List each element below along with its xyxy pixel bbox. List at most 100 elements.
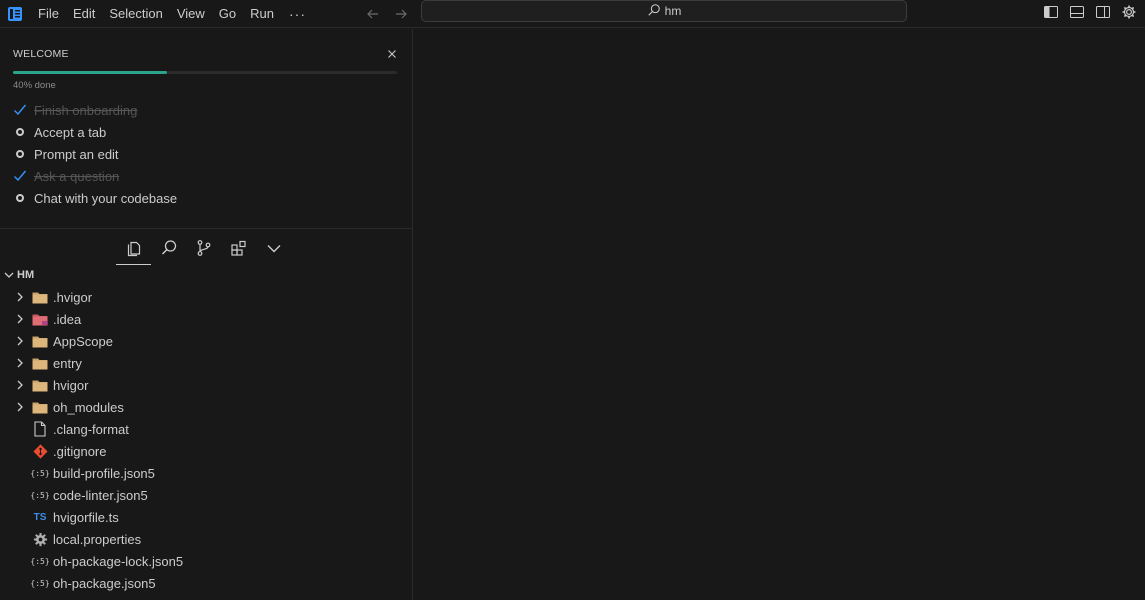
json5-icon: {:5}: [30, 578, 50, 588]
checklist-item[interactable]: Ask a question: [13, 165, 177, 187]
sidebar: WELCOME 40% done Finish onboarding Accep…: [0, 29, 413, 600]
chevron-right-icon: [13, 400, 27, 414]
progress-text: 40% done: [13, 80, 56, 91]
chevron-down-icon: [2, 268, 16, 282]
file-explorer-tree: HM .hvigor .idea AppScope entry hvigor oh_mod…: [0, 264, 413, 594]
chevron-right-icon: [13, 334, 27, 348]
tree-file-row[interactable]: {:5} oh-package-lock.json5: [0, 550, 413, 572]
chevron-right-icon: [13, 378, 27, 392]
file-icon: [31, 421, 49, 437]
progress-fill: [13, 71, 167, 74]
tree-file-row[interactable]: {:5} code-linter.json5: [0, 484, 413, 506]
checklist-item-label: Accept a tab: [34, 124, 107, 140]
ts-icon: TS: [33, 511, 47, 523]
explorer-files-icon[interactable]: [116, 231, 151, 265]
tree-folder-row[interactable]: entry: [0, 352, 413, 374]
tree-item-label: .hvigor: [53, 289, 93, 305]
tree-item-label: build-profile.json5: [53, 465, 155, 481]
menu-selection[interactable]: Selection: [102, 3, 169, 25]
chevron-right-icon: [13, 356, 27, 370]
tree-folder-row[interactable]: .hvigor: [0, 286, 413, 308]
folder-icon: [31, 289, 49, 305]
checklist-item-label: Ask a question: [34, 168, 120, 184]
forward-arrow-icon[interactable]: [390, 3, 412, 25]
check-icon: [13, 169, 27, 183]
json5-icon: {:5}: [30, 556, 50, 566]
json5-icon: {:5}: [30, 490, 50, 500]
explorer-root-label: HM: [17, 269, 35, 281]
source-control-icon[interactable]: [186, 231, 221, 265]
tree-item-label: oh-package.json5: [53, 575, 156, 591]
menu-view[interactable]: View: [170, 3, 212, 25]
toggle-primary-sidebar-icon[interactable]: [1041, 2, 1061, 22]
chevron-right-icon: [13, 290, 27, 304]
toggle-secondary-sidebar-icon[interactable]: [1093, 2, 1113, 22]
tree-item-label: entry: [53, 355, 82, 371]
tree-file-row[interactable]: local.properties: [0, 528, 413, 550]
idea-folder-icon: [31, 311, 49, 327]
checklist-item[interactable]: Finish onboarding: [13, 99, 177, 121]
git-icon: [31, 443, 49, 459]
tree-item-label: .clang-format: [53, 421, 129, 437]
folder-icon: [31, 399, 49, 415]
checklist-item-label: Prompt an edit: [34, 146, 119, 162]
editor-area: [414, 29, 1145, 600]
gear-icon: [31, 531, 49, 547]
onboarding-checklist: Finish onboarding Accept a tab Prompt an…: [13, 99, 177, 209]
welcome-panel: WELCOME 40% done Finish onboarding Accep…: [0, 29, 413, 229]
title-bar: File Edit Selection View Go Run ··· hm: [0, 0, 1145, 28]
tree-file-row[interactable]: {:5} oh-package.json5: [0, 572, 413, 594]
checklist-item-label: Finish onboarding: [34, 102, 138, 118]
activity-bar: [116, 231, 291, 265]
tree-folder-row[interactable]: hvigor: [0, 374, 413, 396]
welcome-title: WELCOME: [13, 48, 69, 60]
tree-item-label: hvigorfile.ts: [53, 509, 119, 525]
checklist-item[interactable]: Prompt an edit: [13, 143, 177, 165]
search-icon[interactable]: [151, 231, 186, 265]
extensions-icon[interactable]: [221, 231, 256, 265]
app-logo-icon: [7, 6, 23, 22]
menu-more-button[interactable]: ···: [281, 3, 314, 25]
back-arrow-icon[interactable]: [362, 3, 384, 25]
tree-folder-row[interactable]: AppScope: [0, 330, 413, 352]
circle-icon: [13, 125, 27, 139]
menu-go[interactable]: Go: [212, 3, 243, 25]
tree-file-row[interactable]: TS hvigorfile.ts: [0, 506, 413, 528]
tree-item-label: AppScope: [53, 333, 113, 349]
tree-file-row[interactable]: .clang-format: [0, 418, 413, 440]
menu-file[interactable]: File: [31, 3, 66, 25]
checklist-item-label: Chat with your codebase: [34, 190, 178, 206]
tree-folder-row[interactable]: .idea: [0, 308, 413, 330]
folder-icon: [31, 377, 49, 393]
progress-bar: [13, 71, 397, 74]
menu-edit[interactable]: Edit: [66, 3, 102, 25]
toggle-panel-icon[interactable]: [1067, 2, 1087, 22]
tree-folder-row[interactable]: oh_modules: [0, 396, 413, 418]
chevron-down-icon[interactable]: [256, 231, 291, 265]
circle-icon: [13, 191, 27, 205]
tree-item-label: .gitignore: [53, 443, 107, 459]
folder-icon: [31, 333, 49, 349]
json5-icon: {:5}: [30, 468, 50, 478]
tree-item-label: local.properties: [53, 531, 142, 547]
menu-run[interactable]: Run: [243, 3, 281, 25]
check-icon: [13, 103, 27, 117]
tree-item-label: hvigor: [53, 377, 89, 393]
checklist-item[interactable]: Chat with your codebase: [13, 187, 177, 209]
tree-file-row[interactable]: {:5} build-profile.json5: [0, 462, 413, 484]
tree-item-label: .idea: [53, 311, 82, 327]
explorer-root-folder[interactable]: HM: [0, 264, 413, 286]
settings-gear-icon[interactable]: [1119, 2, 1139, 22]
close-icon[interactable]: [386, 48, 398, 60]
chevron-right-icon: [13, 312, 27, 326]
folder-icon: [31, 355, 49, 371]
tree-file-row[interactable]: .gitignore: [0, 440, 413, 462]
command-center-search[interactable]: hm: [421, 0, 907, 22]
search-text: hm: [664, 4, 682, 18]
circle-icon: [13, 147, 27, 161]
tree-item-label: code-linter.json5: [53, 487, 148, 503]
search-icon: [647, 3, 661, 20]
checklist-item[interactable]: Accept a tab: [13, 121, 177, 143]
tree-item-label: oh-package-lock.json5: [53, 553, 184, 569]
tree-item-label: oh_modules: [53, 399, 124, 415]
